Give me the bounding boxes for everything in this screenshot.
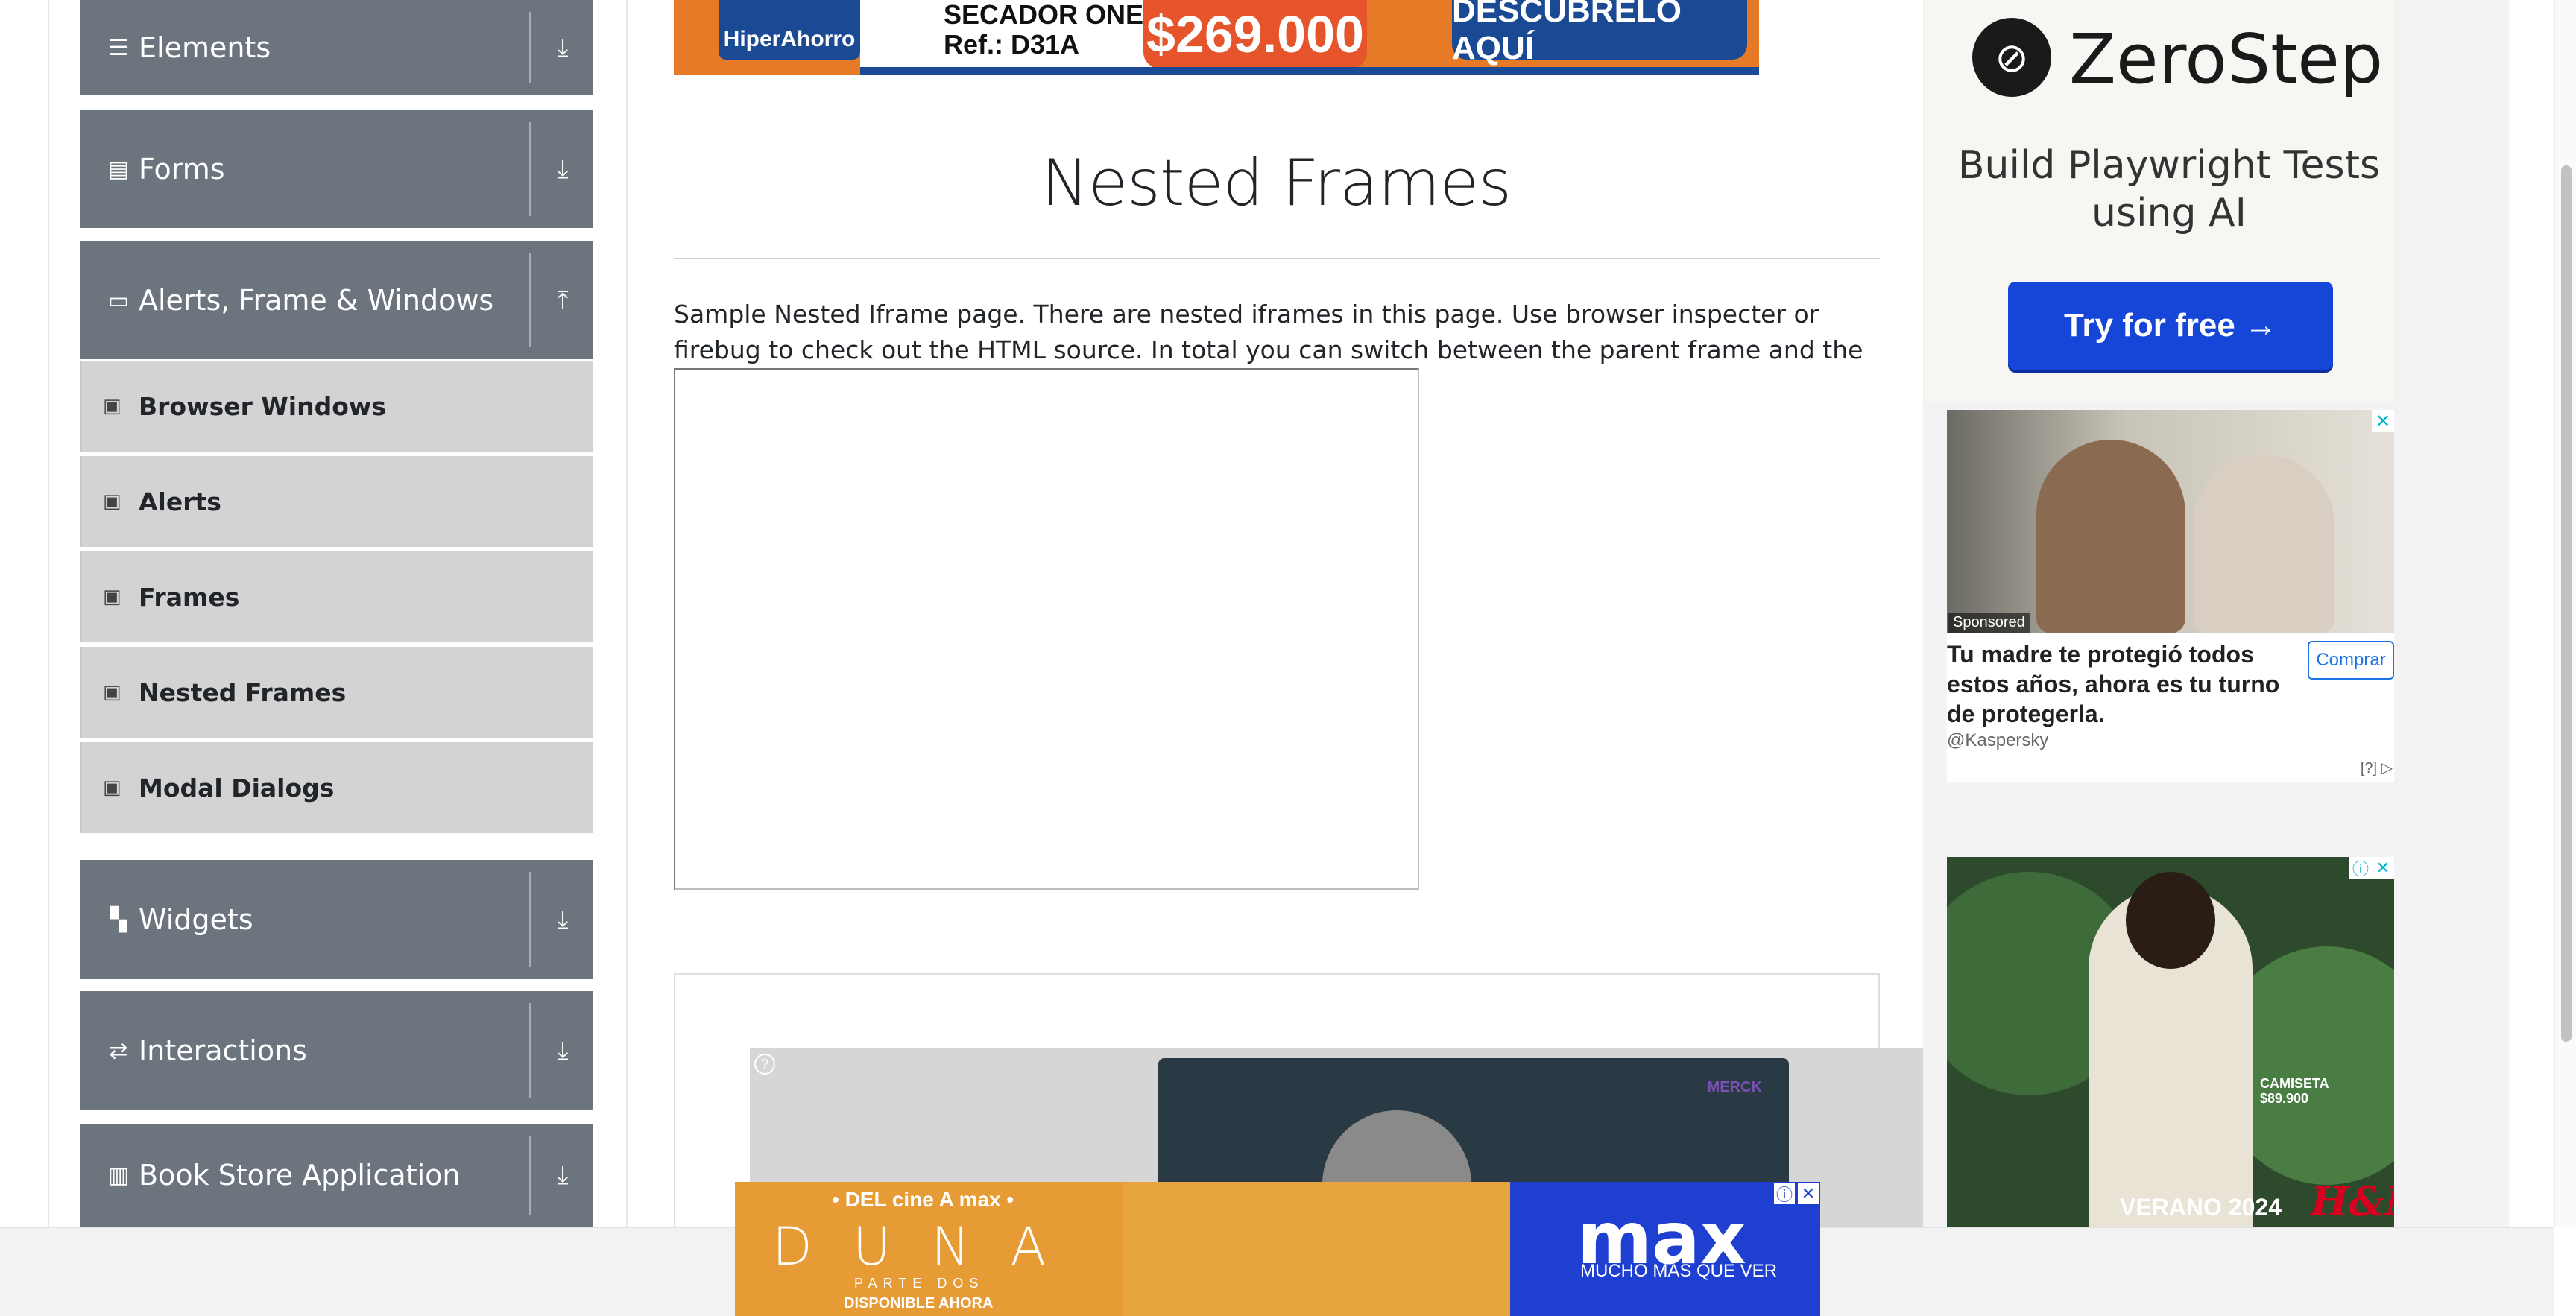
ad-person-man [2036,440,2185,633]
sidebar-item-modal-dialogs[interactable]: ▣ Modal Dialogs [80,742,593,833]
hm-product-label: CAMISETA $89.900 [2260,1076,2329,1106]
cine-max-tagline: • DEL cine A max • [832,1188,1014,1211]
banner-price: $269.000 [1143,0,1367,69]
page-scrollbar[interactable] [2554,0,2576,1227]
ad-controls: ⓘ ✕ [2349,857,2394,879]
html-icon: ▣ [103,586,121,608]
hm-logo: H&M [2311,1177,2394,1225]
banner-strip [860,67,1759,75]
group-divider [529,253,531,347]
sidebar-group-widgets[interactable]: ▚ Widgets ⤓ [80,860,593,979]
parent-iframe[interactable] [674,368,1419,890]
sidebar-group-book-store[interactable]: ▥ Book Store Application ⤓ [80,1124,593,1227]
ad-controls: ⓘ ✕ [1772,1182,1820,1206]
html-icon: ▣ [103,681,121,703]
sidebar-item-label: Browser Windows [139,391,386,421]
html-icon: ▣ [103,776,121,799]
group-divider [529,122,531,216]
group-divider [529,872,531,967]
sidebar-item-nested-frames[interactable]: ▣ Nested Frames [80,647,593,738]
close-icon[interactable]: ✕ [2372,410,2394,432]
widgets-icon: ▚ [110,907,127,932]
page: ☰ Elements ⤓ ▤ Forms ⤓ ▭ Alerts, Frame &… [0,0,2576,1316]
close-icon[interactable]: ✕ [1796,1182,1820,1206]
download-arrow-icon[interactable]: ⤓ [544,1032,581,1069]
try-for-free-button[interactable]: Try for free → [2008,282,2333,370]
adchoices-label: [?] [2360,760,2378,776]
zerostep-logo-icon: ⊘ [1972,18,2051,97]
banner-product-name: SECADOR ONE [944,0,1144,30]
sidebar-group-interactions[interactable]: ⇄ Interactions ⤓ [80,991,593,1110]
sidebar-item-browser-windows[interactable]: ▣ Browser Windows [80,361,593,452]
sidebar-item-label: Modal Dialogs [139,773,335,803]
close-icon[interactable]: ✕ [2372,857,2394,879]
kaspersky-ad[interactable]: Sponsored ✕ Tu madre te protegió todos e… [1947,410,2394,782]
download-arrow-icon[interactable]: ⤓ [544,151,581,188]
download-arrow-icon[interactable]: ⤓ [544,901,581,938]
kaspersky-ad-image [1947,410,2394,633]
sidebar-group-label: Forms [139,153,225,186]
sidebar-item-alerts[interactable]: ▣ Alerts [80,456,593,547]
sidebar-item-frames[interactable]: ▣ Frames [80,551,593,642]
sidebar-group-label: Book Store Application [139,1159,461,1192]
zerostep-tagline: Build Playwright Tests using AI [1957,143,2381,235]
group-divider [529,1003,531,1098]
top-banner-ad[interactable]: HiperAhorro SECADOR ONE Ref.: D31A $269.… [674,0,1759,75]
info-icon[interactable]: ? [754,1054,775,1075]
sidebar-item-label: Frames [139,582,240,612]
group-divider [529,12,531,83]
hiperahorro-logo: HiperAhorro [719,0,860,60]
adchoices-icon[interactable]: ⓘ [1772,1182,1796,1206]
kaspersky-headline: Tu madre te protegió todos estos años, a… [1947,641,2280,727]
form-icon: ▤ [107,156,130,182]
title-divider [674,258,1880,259]
banner-product-text: SECADOR ONE Ref.: D31A [944,0,1143,60]
duna-image [1123,1182,1510,1316]
hm-campaign: VERANO 2024 [2120,1194,2282,1221]
hm-ad[interactable]: CAMISETA $89.900 VERANO 2024 H&M ⓘ ✕ [1947,857,2394,1227]
html-icon: ▣ [103,490,121,513]
sidebar-item-label: Nested Frames [139,677,347,707]
ad-model-head [2126,872,2215,969]
interactions-icon: ⇄ [109,1038,128,1063]
zerostep-name: ZeroStep [2069,19,2384,99]
list-icon: ☰ [108,35,129,60]
availability-text: DISPONIBLE AHORA [844,1295,994,1312]
max-slogan: MUCHO MÁS QUE VER [1580,1261,1778,1281]
group-divider [529,1136,531,1215]
upload-arrow-icon[interactable]: ⤒ [544,282,581,319]
ad-person-woman [2193,455,2334,633]
window-icon: ▭ [107,288,130,313]
download-arrow-icon[interactable]: ⤓ [544,29,581,66]
sidebar-submenu: ▣ Browser Windows ▣ Alerts ▣ Frames ▣ Ne… [80,361,593,838]
sponsored-label: Sponsored [1948,613,2030,633]
movie-subtitle: PARTE DOS [854,1276,985,1291]
bottom-banner-ad[interactable]: • DEL cine A max • DUNA PARTE DOS DISPON… [735,1182,1820,1316]
bookstore-icon: ▥ [107,1162,130,1188]
sidebar-item-label: Alerts [139,487,221,516]
download-arrow-icon[interactable]: ⤓ [544,1157,581,1194]
scrollbar-thumb[interactable] [2561,165,2572,1042]
movie-title: DUNA [772,1216,1087,1277]
hm-product: CAMISETA [2260,1076,2329,1091]
advertiser-name: @Kaspersky [1947,730,2049,750]
sidebar-group-elements[interactable]: ☰ Elements ⤓ [80,0,593,95]
page-title: Nested Frames [1041,146,1512,221]
adchoices-icon[interactable]: ⓘ [2349,857,2372,879]
comprar-button[interactable]: Comprar [2308,641,2394,680]
sidebar-group-label: Elements [139,31,271,64]
html-icon: ▣ [103,395,121,417]
sidebar-group-alerts-frame-windows[interactable]: ▭ Alerts, Frame & Windows ⤒ [80,241,593,359]
hm-price: $89.900 [2260,1091,2309,1106]
sidebar-group-label: Widgets [139,903,253,936]
adchoices-icon[interactable]: [?] ▷ [2361,759,2393,777]
sidebar-group-label: Interactions [139,1034,307,1067]
merck-logo: MERCK [1707,1079,1762,1095]
sidebar-group-label: Alerts, Frame & Windows [139,284,494,317]
banner-cta-button[interactable]: DESCÚBRELO AQUÍ [1452,0,1747,66]
banner-product-ref: Ref.: D31A [944,29,1080,60]
sidebar-group-forms[interactable]: ▤ Forms ⤓ [80,110,593,228]
